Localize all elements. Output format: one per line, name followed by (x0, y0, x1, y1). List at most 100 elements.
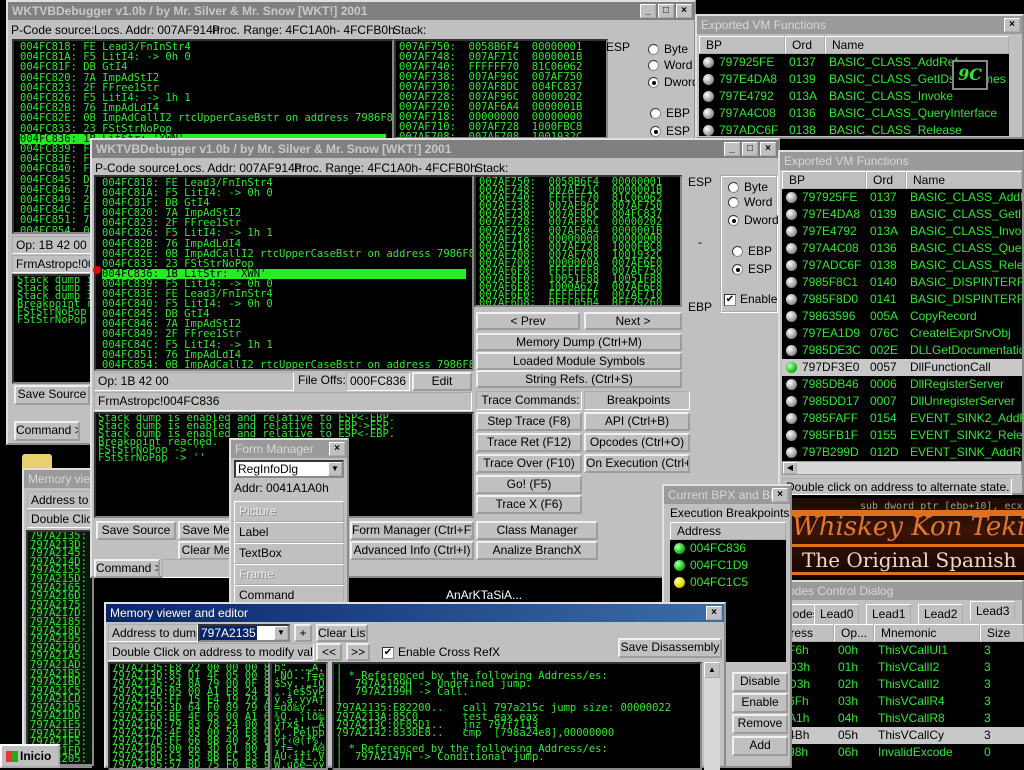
opcodes-button[interactable]: Opcodes (Ctrl+O) (584, 433, 690, 452)
opcode-row[interactable]: 798962D3h02hThisVCallI23 (762, 676, 1024, 693)
enable-button[interactable]: Enable (732, 693, 788, 713)
breakpoint-inactive-icon[interactable] (786, 260, 797, 272)
bg-stack-view[interactable]: 007AF750: 0058B6F4 00000001 007AF748: 007… (394, 39, 608, 139)
radio-esp[interactable]: ESP (732, 262, 772, 276)
col-name[interactable]: Name (825, 36, 1009, 54)
exported-list[interactable]: BPOrdName 797925FE 0137 BASIC_CLASS_AddRef… (782, 171, 1022, 461)
breakpoint-inactive-icon[interactable] (786, 192, 797, 204)
bg-command-button[interactable]: Command > (14, 421, 80, 441)
bg-hex-dump[interactable]: 797A2135: 797A213D: 797A2145: 797A214D: 797A… (26, 530, 94, 766)
breakpoint-inactive-icon[interactable] (786, 430, 797, 442)
command-button[interactable]: Command > (94, 559, 160, 578)
col-ord[interactable]: Ord (866, 171, 906, 189)
breakpoint-inactive-icon[interactable] (786, 345, 797, 357)
bg-save-source-button[interactable]: Save Source (14, 385, 90, 405)
close-button[interactable]: × (1004, 18, 1020, 32)
scroll-left-button[interactable]: ◀ (783, 462, 797, 474)
on-execution-button[interactable]: On Execution (Ctrl+E) (584, 454, 690, 473)
file-offs-field[interactable]: 000FC836 (346, 372, 410, 391)
list-item[interactable]: 7985F8D0 0141 BASIC_DISPINTERFACE (782, 291, 1022, 308)
radio-ebp[interactable]: EBP (732, 244, 772, 258)
scroll-up-button[interactable]: ▲ (704, 662, 720, 678)
close-button[interactable]: × (760, 142, 776, 156)
list-item[interactable]: 7985DE3C 002E DLLGetDocumentation (782, 342, 1022, 359)
minimize-button[interactable]: _ (640, 4, 656, 18)
green-breakpoint-icon[interactable] (674, 560, 685, 572)
col-op[interactable]: Op... (834, 624, 874, 642)
bg-radio-esp[interactable]: ESP (650, 124, 690, 138)
breakpoint-inactive-icon[interactable] (786, 447, 797, 459)
save-source-button[interactable]: Save Source (96, 521, 176, 540)
add-button[interactable]: Add (732, 736, 788, 756)
breakpoint-inactive-icon[interactable] (786, 328, 797, 340)
list-item[interactable]: 797A4C08 0136 BASIC_CLASS_QueryInterface (782, 240, 1022, 257)
breakpoint-inactive-icon[interactable] (786, 277, 797, 289)
list-item[interactable]: 797DF3E0 0057 DllFunctionCall (782, 359, 1022, 376)
list-item[interactable]: 797E4792 013A BASIC_CLASS_Invoke (699, 88, 1009, 105)
col-ord[interactable]: Ord (785, 36, 825, 54)
breakpoint-inactive-icon[interactable] (786, 294, 797, 306)
breakpoint-inactive-icon[interactable] (786, 396, 797, 408)
prev-button[interactable]: < Prev (476, 312, 580, 330)
radio-word[interactable]: Word (728, 195, 772, 209)
memview-titlebar[interactable]: Memory viewer and editor × (106, 604, 724, 622)
breakpoint-inactive-icon[interactable] (703, 108, 714, 120)
save-mem-button[interactable]: Save Me (178, 521, 234, 540)
breakpoint-inactive-icon[interactable] (703, 91, 714, 103)
go-button[interactable]: Go! (F5) (476, 475, 582, 494)
breakpoint-inactive-icon[interactable] (786, 413, 797, 425)
horizontal-scrollbar[interactable]: ◀ (782, 461, 1022, 475)
breakpoint-inactive-icon[interactable] (703, 125, 714, 136)
breakpoint-inactive-icon[interactable] (786, 209, 797, 221)
maximize-button[interactable]: □ (658, 4, 674, 18)
string-refs-button[interactable]: String Refs. (Ctrl+S) (476, 370, 682, 388)
tab-lead2[interactable]: Lead2 (918, 604, 964, 624)
stack-view[interactable]: 007AF750: 0058B6F4 00000001 007AF748: 007… (474, 175, 682, 307)
list-item[interactable]: 7985DB46 0006 DllRegisterServer (782, 376, 1022, 393)
col-bp[interactable]: BP (699, 36, 785, 54)
remove-button[interactable]: Remove (732, 714, 788, 734)
disable-button[interactable]: Disable (732, 672, 788, 692)
analize-branchx-button[interactable]: Analize BranchX (476, 541, 598, 560)
list-item[interactable]: 797E4DA8 0139 BASIC_CLASS_GetIDsOfNames (782, 206, 1022, 223)
breakpoint-inactive-icon[interactable] (786, 311, 797, 323)
ascii-dump[interactable]: þ"...…À. .ÑO..ƒ=è $Šy..„ÎO ..¡è$ŠyP ÿ.ä.yyÃƒ… (270, 662, 328, 770)
tab-lead0[interactable]: Lead0 (814, 604, 860, 624)
col-bp[interactable]: BP (782, 171, 866, 189)
next-button[interactable]: Next > (584, 312, 682, 330)
form-select[interactable]: RegInfoDlg ▼ (234, 460, 344, 478)
radio-dword[interactable]: Dword (728, 213, 779, 227)
enable-checkbox[interactable]: ✔ Enable (724, 292, 777, 306)
breakpoint-inactive-icon[interactable] (703, 57, 714, 69)
maximize-button[interactable]: □ (742, 142, 758, 156)
opcodes-titlebar[interactable]: Opcodes Control Dialog (762, 582, 1022, 600)
breakpoint-item[interactable]: 004FC1C5 (670, 574, 786, 591)
close-button[interactable]: × (676, 4, 692, 18)
edit-button[interactable]: Edit (412, 372, 472, 391)
tab-lead1[interactable]: Lead1 (866, 604, 912, 624)
green-breakpoint-icon[interactable] (674, 543, 685, 555)
trace-over-button[interactable]: Trace Over (F10) (476, 454, 582, 473)
clear-list-button[interactable]: Clear List (316, 624, 368, 642)
list-item[interactable]: 797ADC6F 0138 BASIC_CLASS_Release (699, 122, 1009, 136)
advanced-info-button[interactable]: Advanced Info (Ctrl+I) (350, 541, 474, 560)
form-manager-titlebar[interactable]: Form Manager × (231, 440, 347, 458)
opcode-row[interactable]: 79896998h06hInvalidExcode0 (762, 744, 1024, 761)
code-listing[interactable]: 004FC818: FE Lead3/FnInStr4 004FC81A: F5 … (94, 175, 474, 371)
hex-line[interactable]: 797A2195:57 8D 75 F0 E8 97 FF FF (112, 760, 268, 768)
loaded-modules-button[interactable]: Loaded Module Symbols (476, 352, 682, 370)
add-address-button[interactable]: + (294, 624, 312, 642)
opcode-row[interactable]: 798962D3h01hThisVCallI23 (762, 659, 1024, 676)
control-textbox[interactable]: TextBox (234, 543, 344, 564)
list-item[interactable]: 797E4792 013A BASIC_CLASS_Invoke (782, 223, 1022, 240)
save-disassembly-button[interactable]: Save Disassembly (618, 638, 722, 658)
address-combobox[interactable]: 797A2135 ▼ (198, 624, 290, 642)
bg-memview-titlebar[interactable]: Memory viewer and editor (24, 470, 90, 488)
next-page-button[interactable]: >> (346, 643, 370, 661)
yellow-breakpoint-icon[interactable] (674, 577, 685, 589)
dropdown-arrow-icon[interactable]: ▼ (274, 626, 288, 640)
list-item[interactable]: 79863596 005A CopyRecord (782, 308, 1022, 325)
bg-debugger-titlebar[interactable]: WKTVBDebugger v1.0b / by Mr. Silver & Mr… (8, 2, 694, 20)
breakpoint-item[interactable]: 004FC1D9 (670, 557, 786, 574)
col-mnemonic[interactable]: Mnemonic (874, 624, 980, 642)
